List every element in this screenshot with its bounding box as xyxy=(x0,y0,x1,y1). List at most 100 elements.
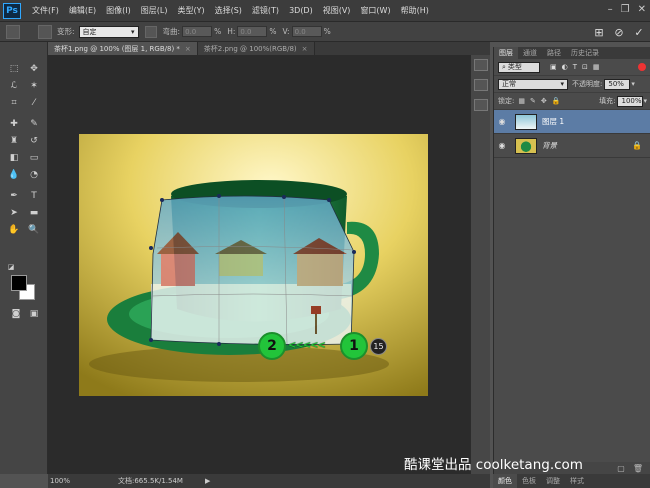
filter-toggle-icon[interactable] xyxy=(638,63,646,71)
tool-preset-icon[interactable] xyxy=(6,24,20,39)
blend-row: 正常 ▾ 不透明度: 50% ▾ xyxy=(494,76,650,93)
tab-document-1[interactable]: 茶杯1.png @ 100% (图层 1, RGB/8) * × xyxy=(48,42,198,55)
warp-handle[interactable] xyxy=(327,198,331,202)
menu-type[interactable]: 类型(Y) xyxy=(172,5,209,16)
clone-stamp-icon[interactable]: ♜ xyxy=(6,134,22,148)
menu-3d[interactable]: 3D(D) xyxy=(284,6,318,15)
quick-mask-icon[interactable]: ◙ xyxy=(8,307,24,321)
v-distortion-input[interactable]: 0.0 xyxy=(291,26,322,37)
warped-layer-overlay xyxy=(151,196,354,345)
cancel-transform-icon[interactable]: ⊘ xyxy=(612,25,626,39)
h-distortion-input[interactable]: 0.0 xyxy=(237,26,268,37)
magic-wand-icon[interactable]: ✶ xyxy=(26,79,42,93)
menu-image[interactable]: 图像(I) xyxy=(101,5,136,16)
type-tool-icon[interactable]: T xyxy=(26,189,42,203)
warp-style-select[interactable]: 自定 ▾ xyxy=(78,25,139,38)
tab-swatches[interactable]: 色板 xyxy=(517,474,541,488)
layer-filter-select[interactable]: ⌕ 类型 xyxy=(498,61,540,73)
tab-layers[interactable]: 图层 xyxy=(494,47,518,59)
tab-history[interactable]: 历史记录 xyxy=(566,47,604,59)
tab-color[interactable]: 颜色 xyxy=(493,474,517,488)
info-panel-icon[interactable] xyxy=(473,99,488,111)
warp-handle[interactable] xyxy=(149,338,153,342)
warp-handle[interactable] xyxy=(282,195,286,199)
new-layer-icon[interactable]: ▢ xyxy=(617,464,625,473)
canvas-workspace[interactable]: 2 <<<<< 1 15 xyxy=(48,55,490,474)
close-icon[interactable]: ✕ xyxy=(638,4,646,15)
history-panel-icon[interactable] xyxy=(473,59,488,71)
tab-paths[interactable]: 路径 xyxy=(542,47,566,59)
warp-handle[interactable] xyxy=(352,250,356,254)
menu-view[interactable]: 视图(V) xyxy=(318,5,356,16)
layer-row-layer1[interactable]: ◉ 图层 1 xyxy=(494,110,650,134)
history-brush-icon[interactable]: ↺ xyxy=(26,134,42,148)
warp-handle[interactable] xyxy=(149,246,153,250)
step-annotation: 2 <<<<< 1 15 xyxy=(258,332,388,362)
overlay-house-2 xyxy=(219,252,263,276)
close-icon[interactable]: × xyxy=(185,45,191,53)
fill-dropdown-icon[interactable]: ▾ xyxy=(643,97,647,105)
warp-handle[interactable] xyxy=(217,194,221,198)
menu-edit[interactable]: 编辑(E) xyxy=(64,5,101,16)
opacity-dropdown-icon[interactable]: ▾ xyxy=(631,80,635,88)
warp-handle[interactable] xyxy=(217,342,221,346)
menu-window[interactable]: 窗口(W) xyxy=(355,5,395,16)
healing-brush-icon[interactable]: ✚ xyxy=(6,117,22,131)
blur-tool-icon[interactable]: 💧 xyxy=(6,168,22,182)
opacity-input[interactable]: 50% xyxy=(604,78,631,90)
close-icon[interactable]: × xyxy=(302,45,308,53)
filter-icons[interactable]: ▣◐T⊡▦ xyxy=(550,63,604,71)
screen-mode-icon[interactable]: ▣ xyxy=(26,307,42,321)
shape-tool-icon[interactable]: ▬ xyxy=(26,206,42,220)
crop-tool-icon[interactable]: ⌗ xyxy=(6,96,22,110)
bend-percent: % xyxy=(214,27,222,36)
eye-icon[interactable]: ◉ xyxy=(494,141,510,150)
layer-row-background[interactable]: ◉ 背景 🔒 xyxy=(494,134,650,158)
default-colors-icon[interactable]: ◪ xyxy=(6,262,16,272)
eraser-tool-icon[interactable]: ◧ xyxy=(6,151,22,165)
photoshop-logo: Ps xyxy=(3,2,21,19)
eye-icon[interactable]: ◉ xyxy=(494,117,510,126)
blend-mode-select[interactable]: 正常 ▾ xyxy=(498,78,568,90)
minimize-icon[interactable]: – xyxy=(608,4,613,15)
menu-file[interactable]: 文件(F) xyxy=(27,5,64,16)
warp-handle[interactable] xyxy=(160,198,164,202)
blend-mode-value: 正常 xyxy=(502,80,516,88)
lock-icons[interactable]: ▦✎✥🔒 xyxy=(518,97,565,105)
dodge-tool-icon[interactable]: ◔ xyxy=(26,168,42,182)
restore-icon[interactable]: ❐ xyxy=(621,4,630,15)
status-menu-arrow[interactable]: ▶ xyxy=(205,477,210,485)
tab-styles[interactable]: 样式 xyxy=(565,474,589,488)
reference-point-icon[interactable] xyxy=(38,24,52,39)
commit-transform-icon[interactable]: ✓ xyxy=(632,25,646,39)
gradient-tool-icon[interactable]: ▭ xyxy=(26,151,42,165)
pen-tool-icon[interactable]: ✒ xyxy=(6,189,22,203)
fill-input[interactable]: 100% xyxy=(617,95,644,107)
marquee-tool-icon[interactable]: ⬚ xyxy=(6,62,22,76)
zoom-tool-icon[interactable]: 🔍 xyxy=(26,223,42,237)
eyedropper-icon[interactable]: ⁄ xyxy=(26,96,42,110)
bend-input[interactable]: 0.0 xyxy=(182,26,213,37)
menu-select[interactable]: 选择(S) xyxy=(210,5,247,16)
menu-help[interactable]: 帮助(H) xyxy=(396,5,434,16)
overlay-house-1 xyxy=(161,252,195,286)
properties-panel-icon[interactable] xyxy=(473,79,488,91)
v-percent: % xyxy=(323,27,331,36)
brush-tool-icon[interactable]: ✎ xyxy=(26,117,42,131)
zoom-level[interactable]: 100% xyxy=(48,477,118,485)
layer-filter-value: 类型 xyxy=(507,63,522,71)
overlay-mailbox-post xyxy=(315,314,317,334)
lasso-tool-icon[interactable]: ℒ xyxy=(6,79,22,93)
hand-tool-icon[interactable]: ✋ xyxy=(6,223,22,237)
warp-orientation-icon[interactable] xyxy=(144,25,157,38)
move-tool-icon[interactable]: ✥ xyxy=(26,62,42,76)
foreground-color-swatch[interactable] xyxy=(11,275,27,291)
trash-icon[interactable]: 🗑 xyxy=(633,464,643,473)
tab-adjustments[interactable]: 调整 xyxy=(541,474,565,488)
toggle-warp-icon[interactable]: ⊞ xyxy=(592,25,606,39)
tab-channels[interactable]: 通道 xyxy=(518,47,542,59)
tab-document-2[interactable]: 茶杯2.png @ 100%(RGB/8) × xyxy=(197,42,315,55)
menu-layer[interactable]: 图层(L) xyxy=(136,5,173,16)
menu-filter[interactable]: 滤镜(T) xyxy=(247,5,284,16)
path-selection-icon[interactable]: ➤ xyxy=(6,206,22,220)
